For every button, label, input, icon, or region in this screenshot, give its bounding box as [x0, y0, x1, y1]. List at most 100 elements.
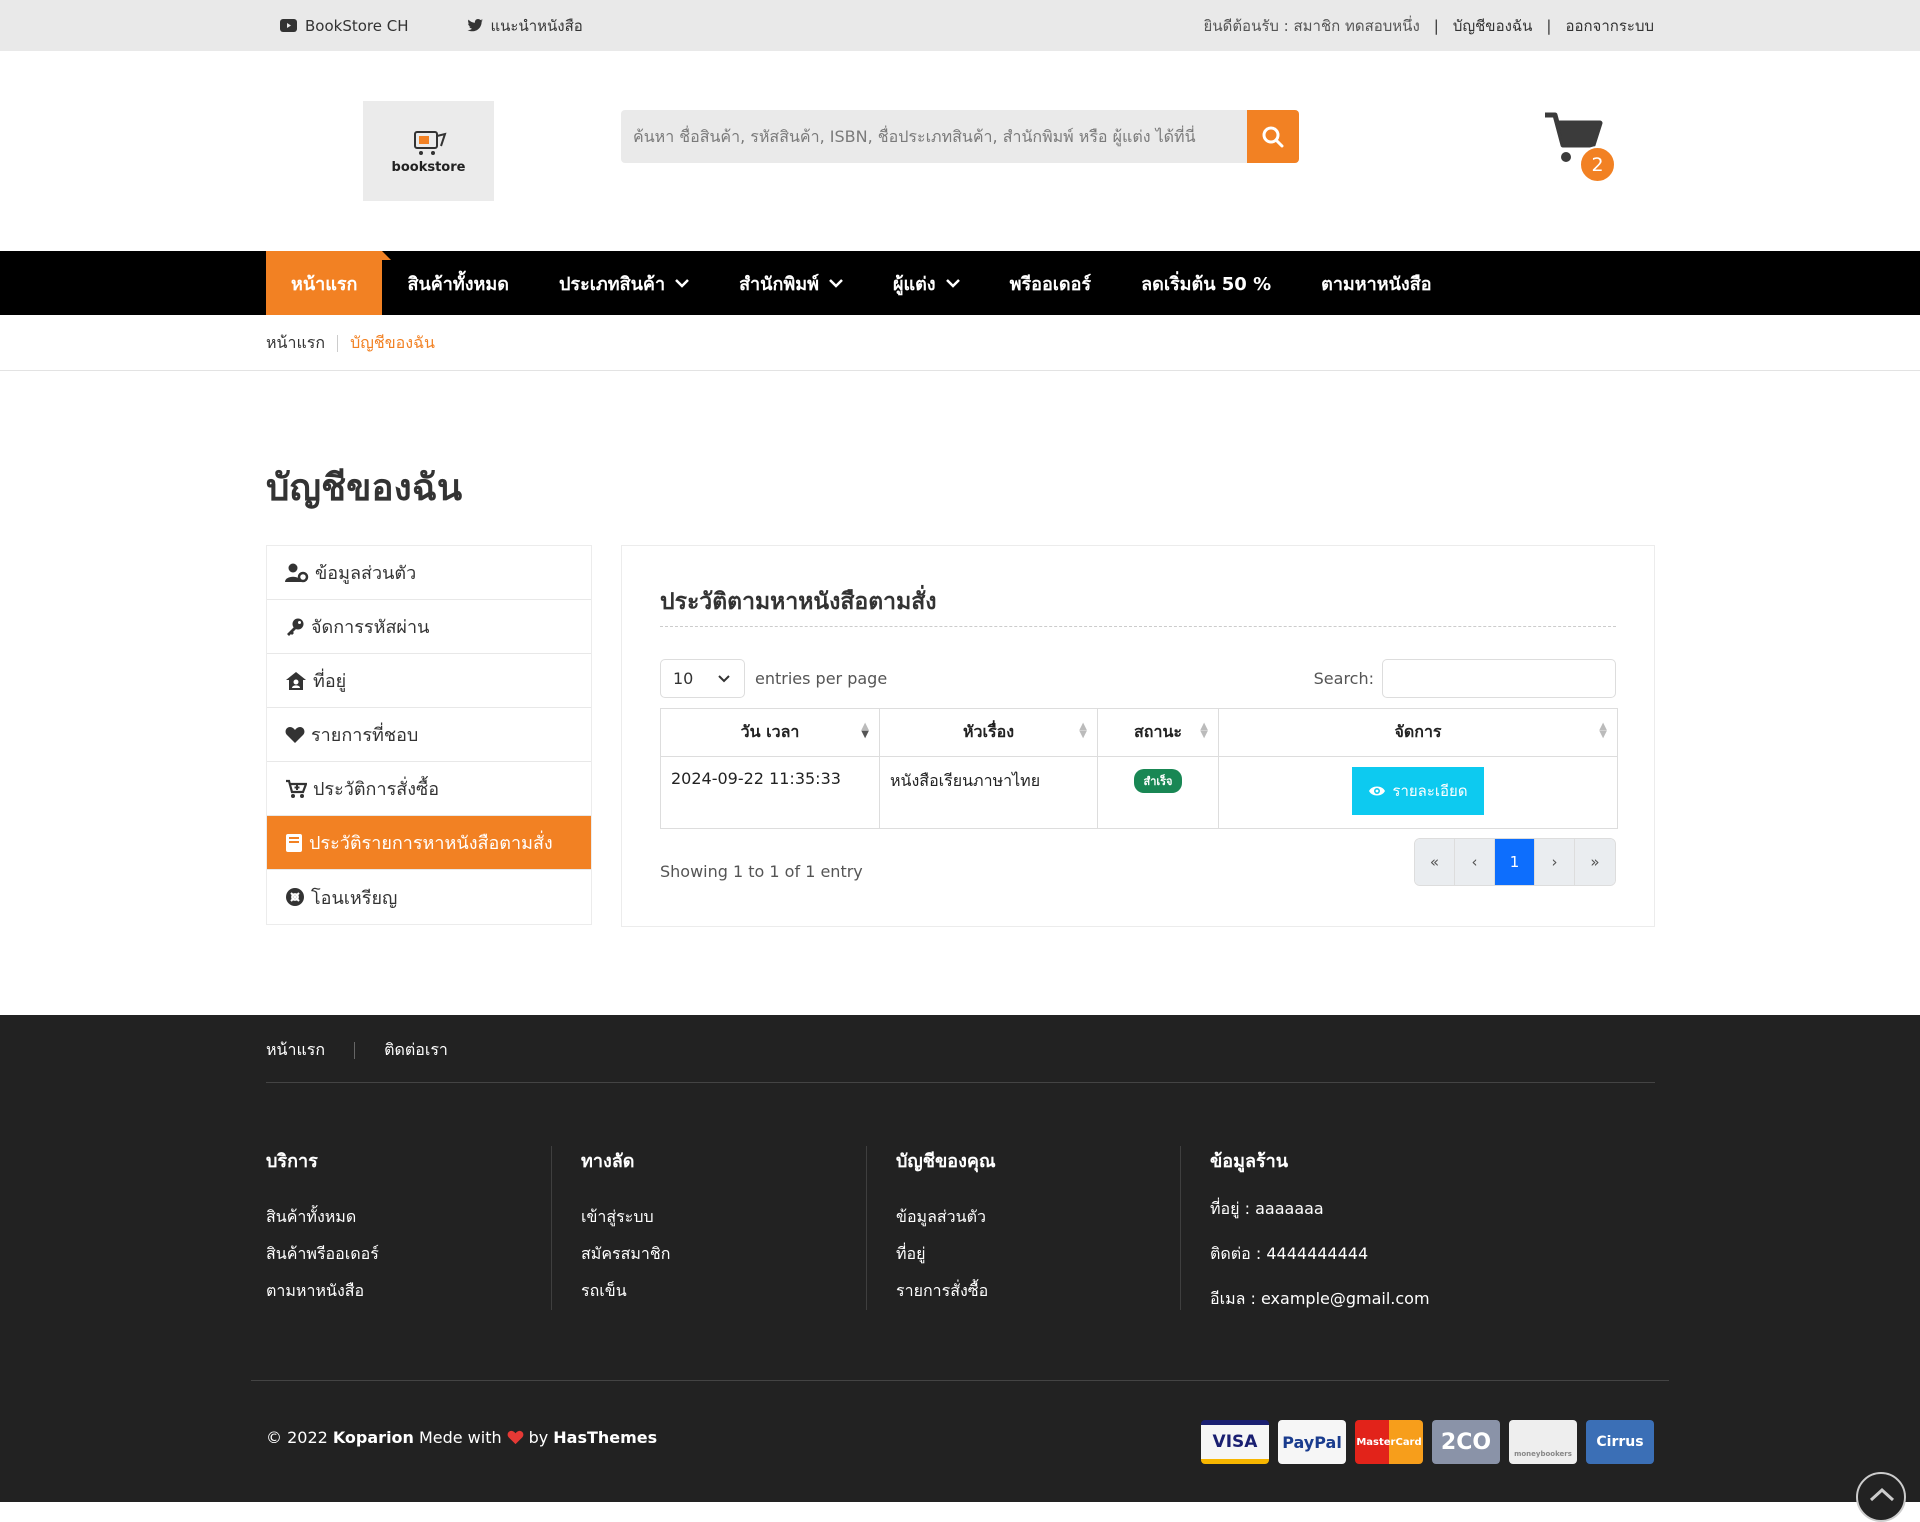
- search-label: Search:: [1313, 669, 1374, 688]
- column-header-action[interactable]: จัดการ ▲ ▼: [1218, 708, 1618, 757]
- pagination: « ‹ 1 › »: [1414, 838, 1616, 886]
- nav-item-find-book[interactable]: ตามหาหนังสือ: [1296, 251, 1456, 315]
- page-first-button[interactable]: «: [1415, 839, 1455, 885]
- nav-item-preorder[interactable]: พรีออเดอร์: [985, 251, 1116, 315]
- divider: [1180, 1146, 1181, 1310]
- table-search-input[interactable]: [1382, 659, 1616, 698]
- nav-label: ตามหาหนังสือ: [1321, 273, 1432, 295]
- entries-label: entries per page: [755, 669, 888, 688]
- footer-column-account: บัญชีของคุณ ข้อมูลส่วนตัว ที่อยู่ รายการ…: [896, 1146, 1196, 1316]
- top-bar: BookStore CH แนะนำหนังสือ ยินดีต้อนรับ :…: [0, 0, 1920, 51]
- column-header-subject[interactable]: หัวเรื่อง ▲ ▼: [879, 708, 1098, 757]
- cirrus-icon: Cirrus: [1586, 1420, 1654, 1464]
- by-text: by: [528, 1428, 549, 1447]
- breadcrumb: หน้าแรก บัญชีของฉัน: [0, 315, 1920, 371]
- nav-item-publishers[interactable]: สำนักพิมพ์: [714, 251, 868, 315]
- cart-button[interactable]: 2: [1543, 111, 1623, 183]
- divider: [660, 626, 1616, 627]
- main-nav: หน้าแรก สินค้าทั้งหมด ประเภทสินค้า สำนัก…: [0, 251, 1920, 315]
- payment-methods: VISA PayPal MasterCard 2CO moneybookers …: [1201, 1420, 1654, 1464]
- sidebar-item-wishlist[interactable]: รายการที่ชอบ: [267, 708, 591, 762]
- nav-item-home[interactable]: หน้าแรก: [266, 251, 392, 315]
- search-input[interactable]: [621, 110, 1247, 163]
- cell-status: สำเร็จ: [1097, 756, 1219, 829]
- footer-link[interactable]: ที่อยู่: [896, 1242, 1196, 1264]
- footer-link[interactable]: รถเข็น: [581, 1279, 881, 1301]
- column-header-datetime[interactable]: วัน เวลา ▲ ▼: [660, 708, 880, 757]
- entries-value: 10: [673, 669, 694, 688]
- divider: |: [1546, 16, 1552, 35]
- made-with-text: Mede with: [418, 1428, 502, 1447]
- logout-link[interactable]: ออกจากระบบ: [1565, 14, 1654, 38]
- search-button[interactable]: [1247, 110, 1299, 163]
- entries-select[interactable]: 10: [660, 659, 745, 698]
- copyright-author[interactable]: HasThemes: [553, 1428, 657, 1447]
- page-title: บัญชีของฉัน: [266, 466, 463, 509]
- breadcrumb-home[interactable]: หน้าแรก: [266, 331, 325, 356]
- key-icon: [287, 618, 304, 636]
- nav-item-all-products[interactable]: สินค้าทั้งหมด: [382, 251, 534, 315]
- nav-item-authors[interactable]: ผู้แต่ง: [868, 251, 985, 315]
- nav-label: พรีออเดอร์: [1009, 273, 1092, 295]
- mastercard-icon: MasterCard: [1355, 1420, 1423, 1464]
- nav-item-sale[interactable]: ลดเริ่มต้น 50 %: [1116, 251, 1296, 315]
- footer-link[interactable]: รายการสั่งซื้อ: [896, 1279, 1196, 1301]
- status-badge: สำเร็จ: [1134, 769, 1182, 793]
- sidebar-item-profile[interactable]: ข้อมูลส่วนตัว: [267, 546, 591, 600]
- sidebar-item-book-request-history[interactable]: ประวัติรายการหาหนังสือตามสั่ง: [267, 816, 591, 870]
- divider: |: [1433, 16, 1439, 35]
- copyright-brand[interactable]: Koparion: [333, 1428, 414, 1447]
- twitter-link[interactable]: แนะนำหนังสือ: [467, 14, 583, 38]
- panel-title: ประวัติตามหาหนังสือตามสั่ง: [660, 589, 937, 615]
- youtube-icon: [280, 19, 297, 32]
- sidebar-item-transfer-coin[interactable]: โอนเหรียญ: [267, 870, 591, 924]
- divider: [251, 1380, 1669, 1381]
- header: bookstore 2: [0, 51, 1920, 251]
- cell-subject: หนังสือเรียนภาษาไทย: [879, 756, 1098, 829]
- nav-label: ประเภทสินค้า: [558, 273, 666, 295]
- youtube-link[interactable]: BookStore CH: [280, 17, 409, 35]
- sidebar-item-order-history[interactable]: ประวัติการสั่งซื้อ: [267, 762, 591, 816]
- scroll-to-top-button[interactable]: [1856, 1472, 1906, 1522]
- book-cart-icon: [413, 130, 447, 155]
- footer-link[interactable]: สินค้าทั้งหมด: [266, 1205, 566, 1227]
- footer-link[interactable]: สมัครสมาชิก: [581, 1242, 881, 1264]
- divider: [866, 1146, 867, 1310]
- footer-link[interactable]: ตามหาหนังสือ: [266, 1279, 566, 1301]
- cell-datetime: 2024-09-22 11:35:33: [660, 756, 880, 829]
- divider: [354, 1042, 356, 1059]
- cell-action: รายละเอียด: [1218, 756, 1618, 829]
- footer-column-title: ทางลัด: [581, 1151, 635, 1172]
- book-request-panel: ประวัติตามหาหนังสือตามสั่ง 10 entries pe…: [621, 545, 1655, 927]
- footer-column-store-info: ข้อมูลร้าน ที่อยู่ : aaaaaaa ติดต่อ : 44…: [1210, 1146, 1510, 1324]
- column-header-status[interactable]: สถานะ ▲ ▼: [1097, 708, 1219, 757]
- store-phone: ติดต่อ : 4444444444: [1210, 1244, 1369, 1263]
- column-label: วัน เวลา: [740, 722, 800, 741]
- page-prev-button[interactable]: ‹: [1455, 839, 1495, 885]
- page-next-button[interactable]: ›: [1535, 839, 1575, 885]
- entries-per-page: 10 entries per page: [660, 659, 887, 698]
- chevron-down-icon: [675, 278, 689, 288]
- heart-icon: [507, 1430, 523, 1445]
- sidebar-item-label: ที่อยู่: [313, 671, 347, 692]
- sidebar-item-label: โอนเหรียญ: [311, 887, 398, 909]
- footer-link[interactable]: ข้อมูลส่วนตัว: [896, 1205, 1196, 1227]
- footer-link[interactable]: สินค้าพรีออเดอร์: [266, 1242, 566, 1264]
- sidebar-item-address[interactable]: ที่อยู่: [267, 654, 591, 708]
- table-search: Search:: [1314, 659, 1616, 698]
- sidebar-item-label: ประวัติการสั่งซื้อ: [313, 779, 440, 800]
- account-link[interactable]: บัญชีของฉัน: [1453, 14, 1533, 38]
- footer-link[interactable]: เข้าสู่ระบบ: [581, 1205, 881, 1227]
- footer-link-contact[interactable]: ติดต่อเรา: [384, 1038, 448, 1063]
- sidebar-item-label: ข้อมูลส่วนตัว: [315, 563, 417, 584]
- nav-label: ลดเริ่มต้น 50 %: [1141, 273, 1272, 295]
- detail-button[interactable]: รายละเอียด: [1352, 767, 1484, 815]
- sidebar-item-password[interactable]: จัดการรหัสผ่าน: [267, 600, 591, 654]
- page-last-button[interactable]: »: [1575, 839, 1615, 885]
- nav-item-categories[interactable]: ประเภทสินค้า: [534, 251, 714, 315]
- site-logo[interactable]: bookstore: [363, 101, 494, 201]
- footer-link-home[interactable]: หน้าแรก: [266, 1038, 325, 1063]
- sort-icon: ▲ ▼: [1599, 721, 1607, 740]
- footer-column-title: บริการ: [266, 1151, 318, 1172]
- page-number-button[interactable]: 1: [1495, 839, 1535, 885]
